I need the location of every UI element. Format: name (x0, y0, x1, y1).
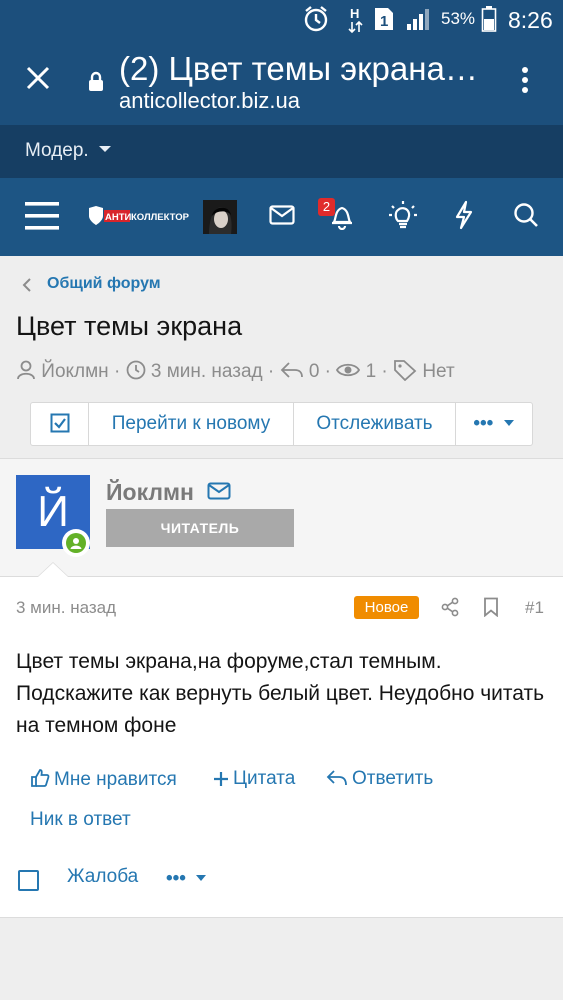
search-icon[interactable] (513, 202, 539, 233)
chevron-left-icon (22, 277, 32, 298)
quote-button[interactable]: Цитата (213, 768, 295, 790)
post: Й Йоклмн ЧИТАТЕЛЬ 3 мин. назад Новое #1 … (0, 458, 563, 918)
post-number[interactable]: #1 (525, 598, 544, 618)
lock-icon (88, 70, 104, 97)
thread-author[interactable]: Йоклмн (41, 361, 108, 382)
post-more-button[interactable]: ••• (166, 868, 207, 890)
page-domain[interactable]: anticollector.biz.ua (119, 88, 300, 114)
breadcrumb-label[interactable]: Общий форум (47, 275, 161, 293)
reply-icon (326, 770, 347, 786)
reply-label: Ответить (352, 768, 434, 789)
thumbs-up-icon (31, 769, 50, 787)
envelope-icon[interactable] (269, 205, 295, 230)
user-role-banner: ЧИТАТЕЛЬ (106, 509, 294, 547)
lightbulb-icon[interactable] (387, 199, 419, 236)
thread-views: 1 (365, 360, 377, 382)
reply-icon (280, 362, 303, 378)
signal-icon (405, 7, 433, 37)
notification-badge: 2 (318, 198, 335, 216)
caret-down-icon (196, 875, 207, 881)
moderator-bar: Модер. (0, 125, 563, 178)
select-post-checkbox[interactable] (18, 870, 39, 891)
user-icon (17, 360, 35, 380)
online-indicator (62, 529, 90, 557)
user-avatar[interactable] (203, 200, 237, 234)
kebab-menu-icon[interactable] (520, 66, 530, 99)
checkbox-checked-icon (50, 413, 69, 433)
close-icon[interactable] (24, 64, 52, 92)
logo-text-white: КОЛЛЕКТОР (131, 212, 190, 223)
forum-navbar: АНТИ КОЛЛЕКТОР (0, 178, 563, 256)
battery-percent: 53% (441, 9, 476, 28)
battery-icon (481, 5, 497, 39)
more-dots: ••• (473, 413, 494, 434)
site-logo[interactable]: АНТИ КОЛЛЕКТОР (87, 204, 191, 233)
browser-header: (2) Цвет темы экрана… anticollector.biz.… (0, 40, 563, 125)
post-username[interactable]: Йоклмн (106, 479, 194, 506)
status-bar: H 1 53% 8:26 (0, 0, 563, 40)
thread-meta: Йоклмн · 3 мин. назад · 0 · 1 · Нет (16, 359, 455, 383)
logo-text-red: АНТИ (105, 212, 132, 223)
report-button[interactable]: Жалоба (67, 866, 138, 888)
caret-down-icon (98, 146, 111, 152)
goto-new-button[interactable]: Перейти к новому (89, 403, 294, 445)
thread-replies: 0 (308, 360, 320, 382)
svg-text:H: H (350, 6, 359, 21)
thread-time[interactable]: 3 мин. назад (151, 361, 263, 382)
thread-toolbar: Перейти к новому Отслеживать ••• (30, 402, 533, 446)
menu-icon[interactable] (24, 199, 60, 238)
mention-button[interactable]: Ник в ответ (30, 809, 131, 831)
network-h-icon: H (347, 4, 365, 40)
share-icon[interactable] (440, 597, 460, 622)
sim-1-icon: 1 (373, 6, 395, 38)
like-label: Мне нравится (54, 769, 177, 790)
page-title: Цвет темы экрана (16, 311, 243, 341)
post-time[interactable]: 3 мин. назад (16, 598, 116, 618)
bolt-icon[interactable] (454, 200, 474, 235)
post-body: Цвет темы экрана,на форуме,стал темным. … (16, 650, 545, 737)
bookmark-icon[interactable] (483, 597, 499, 622)
more-dots: ••• (166, 868, 186, 889)
moderator-label: Модер. (25, 140, 89, 161)
moderator-menu[interactable]: Модер. (25, 140, 112, 162)
clock: 8:26 (508, 7, 553, 33)
tag-icon (394, 360, 417, 382)
select-button[interactable] (31, 403, 89, 445)
svg-text:1: 1 (380, 13, 388, 30)
eye-icon (336, 363, 361, 377)
post-user-info: Й Йоклмн ЧИТАТЕЛЬ (0, 459, 563, 577)
like-button[interactable]: Мне нравится (30, 768, 177, 791)
thread-tags: Нет (422, 360, 455, 382)
reply-button[interactable]: Ответить (326, 768, 433, 790)
caret-down-icon (503, 420, 514, 426)
tab-title: (2) Цвет темы экрана… (119, 50, 478, 87)
online-user-icon (66, 533, 86, 553)
pointer-arrow (38, 563, 68, 577)
watch-button[interactable]: Отслеживать (294, 403, 456, 445)
new-badge: Новое (354, 596, 419, 619)
envelope-icon[interactable] (207, 482, 231, 505)
alarm-icon (303, 5, 329, 39)
clock-icon (126, 360, 145, 380)
plus-icon (214, 772, 228, 786)
quote-label: Цитата (233, 768, 296, 789)
more-options-button[interactable]: ••• (456, 403, 532, 445)
